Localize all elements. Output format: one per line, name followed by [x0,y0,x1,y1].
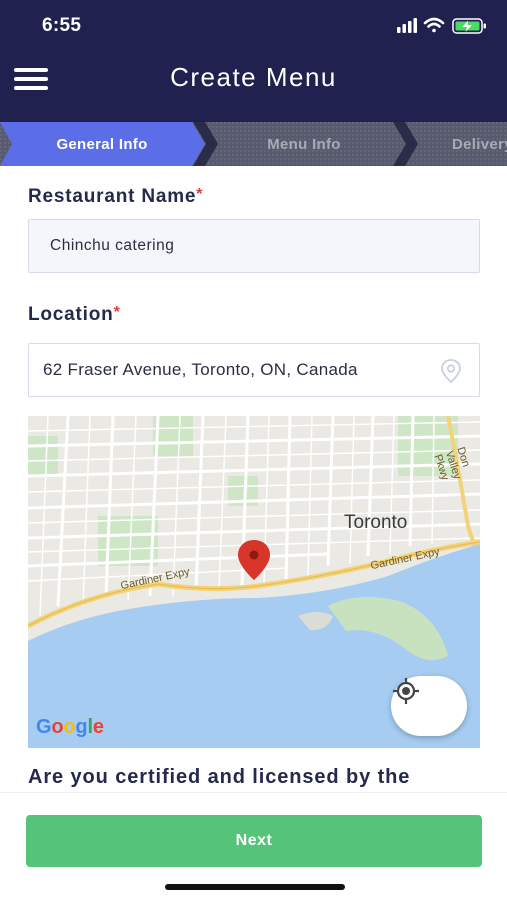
my-location-button[interactable] [391,676,467,736]
certification-question: Are you certified and licensed by the [28,766,411,788]
step-delivery[interactable]: Delivery [452,122,507,166]
location-map[interactable]: Toronto Gardiner Expy Gardiner Expy Don … [28,416,480,748]
step-general-info[interactable]: General Info [12,122,192,166]
location-field[interactable]: 62 Fraser Avenue, Toronto, ON, Canada [28,343,480,397]
app-header: 6:55 Create Menu [0,0,507,122]
wifi-icon [423,17,445,33]
required-marker: * [196,186,204,203]
my-location-icon [393,678,419,704]
google-attribution-logo: Google [36,716,104,738]
status-icons [397,15,489,37]
step-menu-info[interactable]: Menu Info [206,122,402,166]
location-pin-icon[interactable] [439,358,463,384]
required-marker: * [113,304,121,321]
next-button[interactable]: Next [26,815,482,867]
map-city-label: Toronto [344,512,408,533]
home-indicator [165,884,345,890]
location-label: Location* [28,304,121,325]
restaurant-name-field[interactable]: Chinchu catering [28,219,480,273]
battery-charging-icon [452,18,486,34]
page-title: Create Menu [170,62,337,92]
restaurant-name-label: Restaurant Name* [28,186,204,207]
step-progress-bar: General Info Menu Info Delivery [0,122,507,166]
status-time: 6:55 [42,15,82,36]
signal-icon [397,18,417,33]
